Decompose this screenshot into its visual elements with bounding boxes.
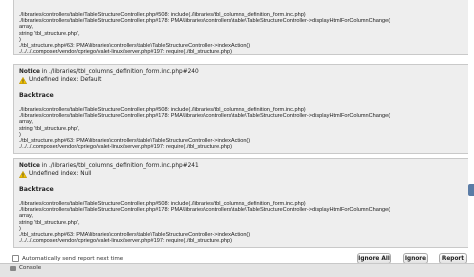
console-bar: Console [0,263,474,277]
notice-message: Undefined index: Default [29,77,102,83]
notice-heading: Notice in ./libraries/tbl_columns_defini… [19,163,464,170]
side-collapse-tab[interactable] [468,184,474,196]
checkbox-box[interactable] [12,255,19,262]
console-toggle[interactable]: Console [10,264,41,272]
notice-label: Notice [19,163,40,169]
notice-location: in ./libraries/tbl_columns_definition_fo… [39,163,199,169]
right-edge [468,0,474,251]
error-panel-2: Notice in ./libraries/tbl_columns_defini… [13,64,470,154]
console-icon [10,265,16,271]
backtrace-title: Backtrace [19,186,54,193]
console-label: Console [19,265,42,271]
error-panel-3: Notice in ./libraries/tbl_columns_defini… [13,158,470,248]
backtrace-title: Backtrace [19,92,54,99]
error-panel-1: ./libraries/controllers/table/TableStruc… [13,0,470,55]
notice-message-row: Undefined index: Null [19,170,464,178]
notice-label: Notice [19,69,40,75]
warning-icon [19,170,27,178]
notice-heading: Notice in ./libraries/tbl_columns_defini… [19,69,464,76]
backtrace-line: ./../../.composer/vendor/cpriego/valet-l… [19,144,232,151]
notice-message: Undefined index: Null [29,171,92,177]
notice-message-row: Undefined index: Default [19,76,464,84]
auto-send-checkbox[interactable]: Automatically send report next time [12,255,123,262]
notice-location: in ./libraries/tbl_columns_definition_fo… [39,69,199,75]
auto-send-label: Automatically send report next time [22,255,124,262]
backtrace-line: ./../../.composer/vendor/cpriego/valet-l… [19,49,232,56]
warning-icon [19,76,27,84]
backtrace-line: ./../../.composer/vendor/cpriego/valet-l… [19,238,232,245]
